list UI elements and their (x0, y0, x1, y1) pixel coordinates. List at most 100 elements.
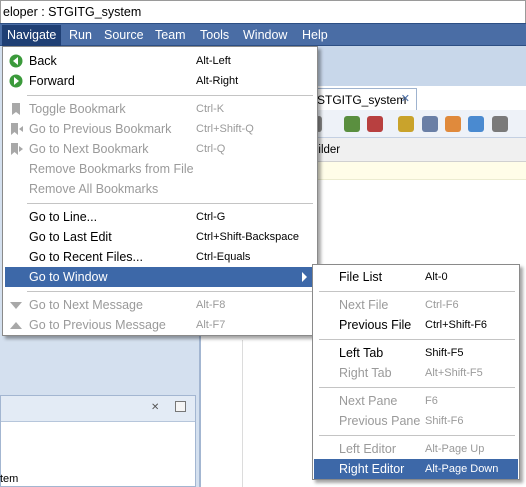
menu-item-label: Next Pane (339, 394, 398, 408)
menu-item-label: Left Tab (339, 346, 384, 360)
menu-item-shortcut: Alt-0 (425, 271, 448, 283)
menu-item-shortcut: Alt+Shift-F5 (425, 367, 483, 379)
editor-tab-label: STGITG_system (317, 93, 407, 107)
navigate-menu-item-back[interactable]: Back Alt-Left (5, 51, 315, 71)
menu-item-shortcut: Shift-F5 (425, 347, 464, 359)
navigate-menu-item-toggle-bookmark[interactable]: Toggle Bookmark Ctrl-K (5, 99, 315, 119)
menu-item-label: Go to Previous Bookmark (29, 122, 172, 136)
wrench-icon[interactable] (492, 116, 508, 132)
menu-item-shortcut: Ctrl-Equals (196, 251, 251, 263)
go-to-window-submenu: File List Alt-0 Next File Ctrl-F6 Previous F… (312, 264, 520, 480)
navigate-menu-item-go-to-line[interactable]: Go to Line... Ctrl-G (5, 207, 315, 227)
menu-item-label: Remove All Bookmarks (29, 182, 159, 196)
menu-item-shortcut: Alt-Left (196, 55, 231, 67)
menu-item-shortcut: Ctrl-Q (196, 143, 226, 155)
menu-separator (27, 203, 313, 204)
menu-team[interactable]: Team (150, 25, 191, 46)
window-submenu-item-next-pane[interactable]: Next Pane F6 (314, 391, 518, 411)
next-bookmark-icon (9, 142, 23, 156)
spellcheck-icon[interactable] (422, 116, 438, 132)
menu-item-shortcut: Alt-Page Up (425, 443, 485, 455)
editor-highlight-line (312, 162, 526, 180)
menu-item-label: Right Editor (339, 462, 405, 476)
menu-item-shortcut: Ctrl-K (196, 103, 225, 115)
menu-item-shortcut: Alt-F7 (196, 319, 226, 331)
window-submenu-item-next-file[interactable]: Next File Ctrl-F6 (314, 295, 518, 315)
window-submenu-item-left-tab[interactable]: Left Tab Shift-F5 (314, 343, 518, 363)
menu-item-shortcut: Ctrl-F6 (425, 299, 459, 311)
validate-icon[interactable] (344, 116, 360, 132)
menu-item-label: Go to Recent Files... (29, 250, 143, 264)
editor-subheader: uilder (312, 138, 526, 162)
editor-margin-line (242, 340, 243, 487)
close-icon[interactable]: ✕ (151, 402, 159, 413)
menu-item-shortcut: Ctrl+Shift-F6 (425, 319, 488, 331)
navigate-menu-item-go-to-recent-files[interactable]: Go to Recent Files... Ctrl-Equals (5, 247, 315, 267)
eraser-icon[interactable] (445, 116, 461, 132)
window-submenu-item-right-editor[interactable]: Right Editor Alt-Page Down (314, 459, 518, 479)
left-bottom-item[interactable]: tem (0, 473, 18, 485)
window-submenu-item-previous-file[interactable]: Previous File Ctrl+Shift-F6 (314, 315, 518, 335)
menu-item-shortcut: Shift-F6 (425, 415, 464, 427)
navigate-menu: Back Alt-Left Forward Alt-Right Toggle Bookm… (2, 46, 318, 336)
navigate-menu-item-go-to-next-message[interactable]: Go to Next Message Alt-F8 (5, 295, 315, 315)
menu-item-label: Previous File (339, 318, 412, 332)
editor-toolbar (312, 110, 526, 138)
menu-separator (319, 339, 515, 340)
navigate-menu-item-remove-all-bookmarks[interactable]: Remove All Bookmarks (5, 179, 315, 199)
previous-bookmark-icon (9, 122, 23, 136)
menu-navigate[interactable]: Navigate (2, 25, 62, 46)
window-submenu-item-previous-pane[interactable]: Previous Pane Shift-F6 (314, 411, 518, 431)
menu-tools[interactable]: Tools (195, 25, 234, 46)
menu-separator (319, 291, 515, 292)
navigate-menu-item-go-to-last-edit[interactable]: Go to Last Edit Ctrl+Shift-Backspace (5, 227, 315, 247)
menu-item-label: Left Editor (339, 442, 396, 456)
menu-item-label: Toggle Bookmark (29, 102, 126, 116)
menu-window[interactable]: Window (238, 25, 292, 46)
window-title: eloper : STGITG_system (0, 0, 526, 23)
back-arrow-icon (9, 54, 23, 68)
menu-item-label: Go to Next Message (29, 298, 143, 312)
navigate-menu-item-forward[interactable]: Forward Alt-Right (5, 71, 315, 91)
menu-item-label: Right Tab (339, 366, 392, 380)
menu-item-label: Forward (29, 74, 75, 88)
sql-icon[interactable] (398, 116, 414, 132)
database-icon[interactable] (367, 116, 383, 132)
menu-run[interactable]: Run (64, 25, 97, 46)
next-message-icon (9, 298, 23, 312)
navigate-menu-item-go-to-window[interactable]: Go to Window (5, 267, 315, 287)
close-icon[interactable]: ✕ (401, 92, 410, 105)
menu-item-shortcut: F6 (425, 395, 438, 407)
editor-tab[interactable]: STGITG_system ✕ (312, 88, 417, 110)
minimize-icon[interactable] (175, 401, 186, 412)
timer-icon[interactable] (468, 116, 484, 132)
navigate-menu-item-go-to-next-bookmark[interactable]: Go to Next Bookmark Ctrl-Q (5, 139, 315, 159)
navigate-menu-item-go-to-previous-message[interactable]: Go to Previous Message Alt-F7 (5, 315, 315, 335)
menu-separator (319, 387, 515, 388)
submenu-arrow-icon (302, 272, 307, 282)
navigate-menu-item-go-to-previous-bookmark[interactable]: Go to Previous Bookmark Ctrl+Shift-Q (5, 119, 315, 139)
window-submenu-item-file-list[interactable]: File List Alt-0 (314, 267, 518, 287)
bookmark-icon (9, 102, 23, 116)
menu-separator (27, 291, 313, 292)
menu-item-label: Remove Bookmarks from File (29, 162, 194, 176)
menu-item-label: Back (29, 54, 57, 68)
menu-help[interactable]: Help (297, 25, 333, 46)
navigate-menu-item-remove-bookmarks-from-file[interactable]: Remove Bookmarks from File (5, 159, 315, 179)
menu-item-label: Previous Pane (339, 414, 421, 428)
menu-item-shortcut: Alt-Right (196, 75, 239, 87)
menu-item-label: Go to Last Edit (29, 230, 112, 244)
menu-item-shortcut: Ctrl+Shift-Backspace (196, 231, 300, 243)
menu-source[interactable]: Source (99, 25, 149, 46)
window-submenu-item-left-editor[interactable]: Left Editor Alt-Page Up (314, 439, 518, 459)
menu-item-shortcut: Ctrl-G (196, 211, 226, 223)
forward-arrow-icon (9, 74, 23, 88)
menu-item-shortcut: Alt-Page Down (425, 463, 499, 475)
menu-item-label: Go to Next Bookmark (29, 142, 149, 156)
previous-message-icon (9, 318, 23, 332)
menu-item-label: File List (339, 270, 383, 284)
window-submenu-item-right-tab[interactable]: Right Tab Alt+Shift-F5 (314, 363, 518, 383)
menu-separator (27, 95, 313, 96)
menu-bar: Navigate Run Source Team Tools Window He… (0, 23, 526, 46)
menu-item-label: Go to Previous Message (29, 318, 166, 332)
